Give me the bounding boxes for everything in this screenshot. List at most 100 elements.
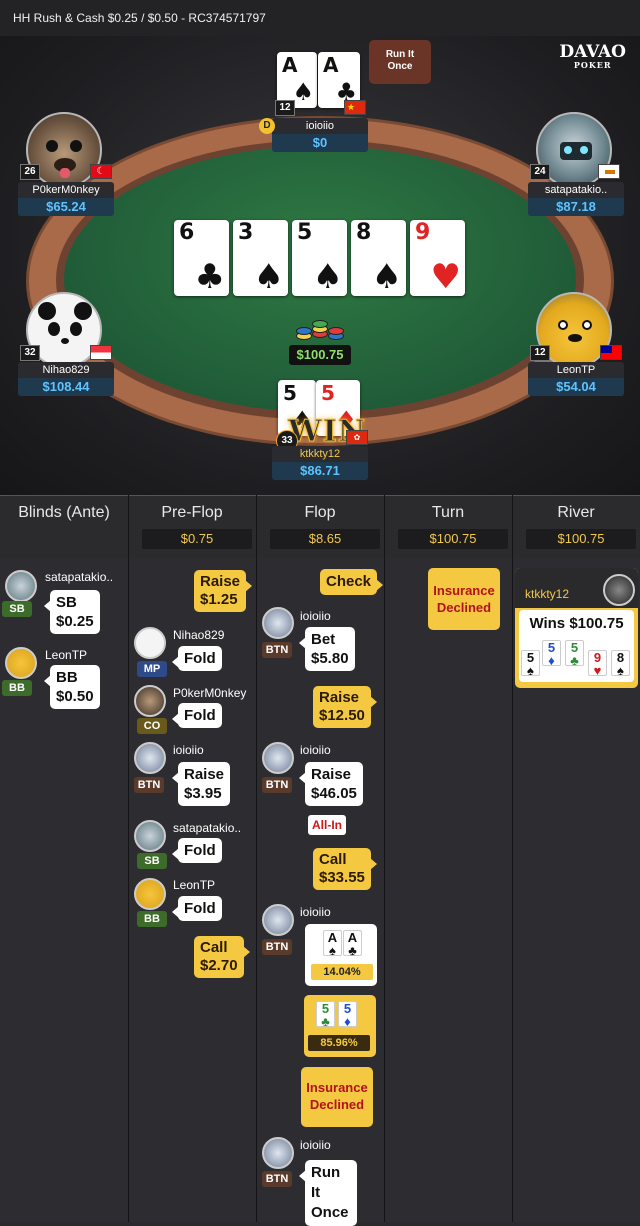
wins-label: Wins $100.75 <box>529 615 624 632</box>
hero-showdown-box: 5 ♣ 5 ♦ 85.96% <box>304 995 376 1057</box>
winning-card: 5 ♦ <box>542 640 561 667</box>
player-name: satapatakio.. <box>45 570 114 584</box>
hero-raise-flop: Raise $12.50 <box>313 686 377 728</box>
position-badge: BTN <box>262 777 292 793</box>
winning-card: 5 ♣ <box>565 640 584 667</box>
hand-title: HH Rush & Cash $0.25 / $0.50 - RC3745717… <box>13 11 266 25</box>
position-badge: BB <box>2 680 32 696</box>
raise-action: Raise $3.95 <box>171 762 231 806</box>
player-name: ioioiio <box>173 743 204 757</box>
header-river: River $100.75 <box>512 495 640 559</box>
hero-raise-preflop: Raise $1.25 <box>194 570 253 612</box>
position-badge: BTN <box>262 939 292 955</box>
divider <box>384 495 385 1222</box>
divider <box>256 495 257 1222</box>
player-name: satapatakio.. <box>173 821 242 835</box>
header-blinds: Blinds (Ante) <box>18 504 110 521</box>
jake-dog-avatar <box>5 647 37 679</box>
flag-icon <box>90 345 112 360</box>
flag-icon <box>600 345 622 360</box>
showdown-card: A ♣ <box>343 930 362 957</box>
showdown-card: 5 ♣ <box>316 1001 335 1028</box>
player-name: Nihao829 <box>173 628 225 642</box>
player-name: ioioiio <box>300 905 331 919</box>
position-badge: BTN <box>262 642 292 658</box>
level-badge: 24 <box>530 164 550 180</box>
player-name: LeonTP <box>173 878 216 892</box>
seat-hero[interactable]: ktkkty12 $86.71 <box>272 446 368 480</box>
pug-avatar <box>134 685 166 717</box>
board-card: 3 ♠ <box>233 220 288 296</box>
turn-column <box>384 559 512 1222</box>
header-preflop: Pre-Flop $0.75 <box>128 495 256 559</box>
player-avatar <box>262 742 294 774</box>
seat-top-left[interactable]: P0kerM0nkey $65.24 <box>18 182 114 216</box>
player-name: ioioiio <box>300 1138 331 1152</box>
villain-showdown-box: A ♠ A ♣ 14.04% <box>305 924 377 986</box>
flag-icon <box>598 164 620 179</box>
robot-avatar <box>134 820 166 852</box>
all-in-tag: All-In <box>308 815 346 835</box>
panda-avatar <box>134 627 166 659</box>
header-turn: Turn $100.75 <box>384 495 512 559</box>
jake-dog-avatar <box>134 878 166 910</box>
seat-mid-right[interactable]: LeonTP $54.04 <box>528 362 624 396</box>
player-name: ioioiio <box>300 743 331 757</box>
flag-icon: ☾ <box>90 164 112 179</box>
level-badge: 26 <box>20 164 40 180</box>
fold-action: Fold <box>172 896 222 921</box>
river-winner-box: ktkkty12 Wins $100.75 5 ♠ 5 ♦ 5 ♣ 9 ♥ 8 ♠ <box>515 568 638 688</box>
sb-post: SB $0.25 <box>44 590 100 634</box>
position-badge: MP <box>137 661 167 677</box>
player-name: LeonTP <box>45 648 88 662</box>
showdown-card: 5 ♦ <box>338 1001 357 1028</box>
level-badge: 12 <box>275 100 295 116</box>
robot-avatar <box>5 570 37 602</box>
player-avatar <box>262 904 294 936</box>
position-badge: CO <box>137 718 167 734</box>
showdown-card: A ♠ <box>323 930 342 957</box>
player-name: P0kerM0nkey <box>173 686 247 700</box>
equity-label: 14.04% <box>311 964 373 980</box>
winning-card: 5 ♠ <box>521 650 540 677</box>
winning-card: 8 ♠ <box>611 650 630 677</box>
pot-amount: $100.75 <box>289 345 351 365</box>
board-card: 6 ♣ <box>174 220 229 296</box>
player-avatar <box>262 1137 294 1169</box>
seat-mid-left[interactable]: Nihao829 $108.44 <box>18 362 114 396</box>
davao-poker-logo: DAVAO POKER <box>559 42 626 71</box>
position-badge: SB <box>137 853 167 869</box>
pot-chips-icon <box>292 320 350 346</box>
winner-avatar <box>603 574 635 606</box>
insurance-declined-flop: Insurance Declined <box>301 1067 373 1127</box>
seat-top-right[interactable]: satapatakio.. $87.18 <box>528 182 624 216</box>
raise-action: Raise $46.05 <box>299 762 363 806</box>
divider <box>512 495 513 1222</box>
flag-icon: ★ <box>344 100 366 115</box>
seat-top[interactable]: ioioiio $0 <box>272 118 368 152</box>
divider <box>128 495 129 1222</box>
board-card: 9 ♥ <box>410 220 465 296</box>
fold-action: Fold <box>172 838 222 863</box>
hero-call-preflop: Call $2.70 <box>194 936 250 978</box>
level-badge: 12 <box>530 345 550 361</box>
equity-label: 85.96% <box>308 1035 370 1051</box>
run-it-once-bubble: Run It Once <box>369 40 431 84</box>
fold-action: Fold <box>172 646 222 671</box>
level-badge: 32 <box>20 345 40 361</box>
poker-table: DAVAO POKER Run It Once A ♠ A ♣ 12 ★ ioioii… <box>0 36 640 495</box>
player-name: ioioiio <box>300 609 331 623</box>
topbar: HH Rush & Cash $0.25 / $0.50 - RC3745717… <box>0 0 640 36</box>
insurance-declined-turn: Insurance Declined <box>428 568 500 630</box>
dealer-button: D <box>259 118 275 134</box>
hero-check-flop: Check <box>320 569 384 595</box>
run-it-once-action: Run It Once <box>299 1160 357 1226</box>
board-card: 8 ♠ <box>351 220 406 296</box>
position-badge: BTN <box>134 777 164 793</box>
header-flop: Flop $8.65 <box>256 495 384 559</box>
player-avatar <box>134 742 166 774</box>
winning-card: 9 ♥ <box>588 650 607 677</box>
position-badge: BB <box>137 911 167 927</box>
position-badge: BTN <box>262 1171 292 1187</box>
hero-call-flop: Call $33.55 <box>313 848 377 890</box>
